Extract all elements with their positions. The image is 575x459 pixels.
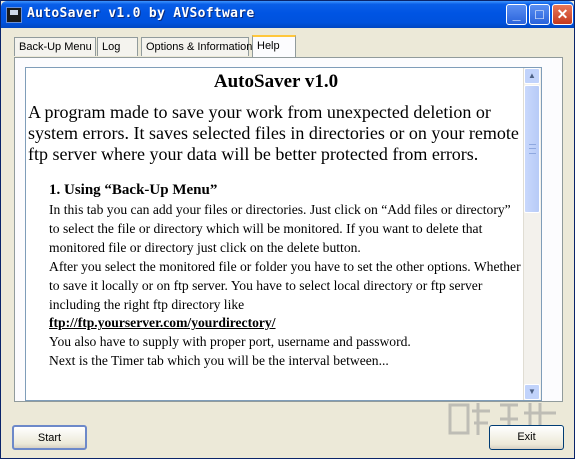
minimize-button[interactable]: _ — [506, 4, 527, 25]
help-paragraph: Next is the Timer tab which you will be … — [49, 353, 389, 369]
exit-button[interactable]: Exit — [489, 425, 564, 450]
minimize-icon: _ — [512, 6, 521, 22]
title-bar[interactable]: AutoSaver v1.0 by AVSoftware _ □ ✕ — [1, 1, 574, 28]
arrow-up-icon: ▲ — [528, 71, 536, 80]
scroll-up-button[interactable]: ▲ — [524, 68, 540, 84]
tab-log[interactable]: Log — [97, 37, 138, 56]
close-button[interactable]: ✕ — [552, 4, 573, 25]
help-paragraph: You also have to supply with proper port… — [49, 334, 411, 350]
tab-options-information[interactable]: Options & Information — [141, 37, 252, 56]
help-paragraph: In this tab you can add your files or di… — [49, 202, 511, 255]
vertical-scrollbar[interactable]: ▲ ▼ — [523, 68, 541, 400]
help-panel: AutoSaver v1.0 A program made to save yo… — [14, 57, 563, 402]
help-intro: A program made to save your work from un… — [28, 102, 519, 164]
close-icon: ✕ — [556, 6, 569, 22]
tab-back-up-menu[interactable]: Back-Up Menu — [14, 37, 96, 56]
section-heading: 1. Using “Back-Up Menu” — [49, 182, 218, 198]
maximize-button[interactable]: □ — [529, 4, 550, 25]
start-button[interactable]: Start — [12, 425, 87, 450]
window-title: AutoSaver v1.0 by AVSoftware — [27, 6, 255, 21]
ftp-example: ftp://ftp.yourserver.com/yourdirectory/ — [49, 315, 276, 331]
section-body: In this tab you can add your files or di… — [49, 201, 524, 371]
help-content: AutoSaver v1.0 A program made to save yo… — [28, 69, 524, 371]
help-document[interactable]: AutoSaver v1.0 A program made to save yo… — [25, 67, 542, 401]
scroll-thumb[interactable] — [524, 85, 540, 213]
help-paragraph: After you select the monitored file or f… — [49, 258, 521, 312]
arrow-down-icon: ▼ — [528, 387, 536, 396]
tab-help[interactable]: Help — [252, 35, 296, 57]
floppy-disk-icon — [6, 7, 22, 23]
app-window: AutoSaver v1.0 by AVSoftware _ □ ✕ Back-… — [0, 0, 575, 459]
grip-icon — [529, 144, 536, 154]
help-title: AutoSaver v1.0 — [213, 71, 339, 92]
maximize-icon: □ — [535, 6, 544, 22]
